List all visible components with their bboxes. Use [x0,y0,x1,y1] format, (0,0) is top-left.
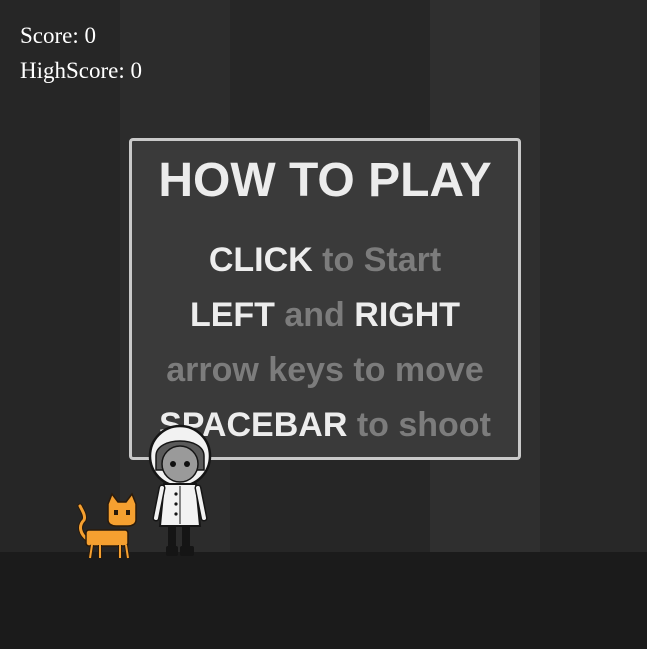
instruction-arrows: LEFT and RIGHT [132,296,518,335]
cat-sprite [77,492,137,559]
key-click: CLICK [208,241,313,279]
instruction-text: arrow keys to move [166,351,484,389]
background-stripe [0,0,120,560]
player-sprite [148,424,212,556]
instruction-text: and [284,296,345,334]
how-to-play-panel: HOW TO PLAY CLICK to Start LEFT and RIGH… [129,138,521,460]
panel-title: HOW TO PLAY [158,154,492,207]
instruction-click: CLICK to Start [132,241,518,280]
background-stripe [540,0,647,560]
instruction-move: arrow keys to move [132,351,518,390]
instruction-text: to Start [322,241,442,279]
key-right: RIGHT [354,296,461,334]
key-left: LEFT [189,296,275,334]
instruction-text: to shoot [356,406,491,444]
high-score-display: HighScore: 0 [20,58,143,83]
ground [0,552,647,649]
score-display: Score: 0 [20,23,97,48]
game-canvas[interactable]: Score: 0 HighScore: 0 HOW TO PLAY CLICK … [0,0,647,649]
